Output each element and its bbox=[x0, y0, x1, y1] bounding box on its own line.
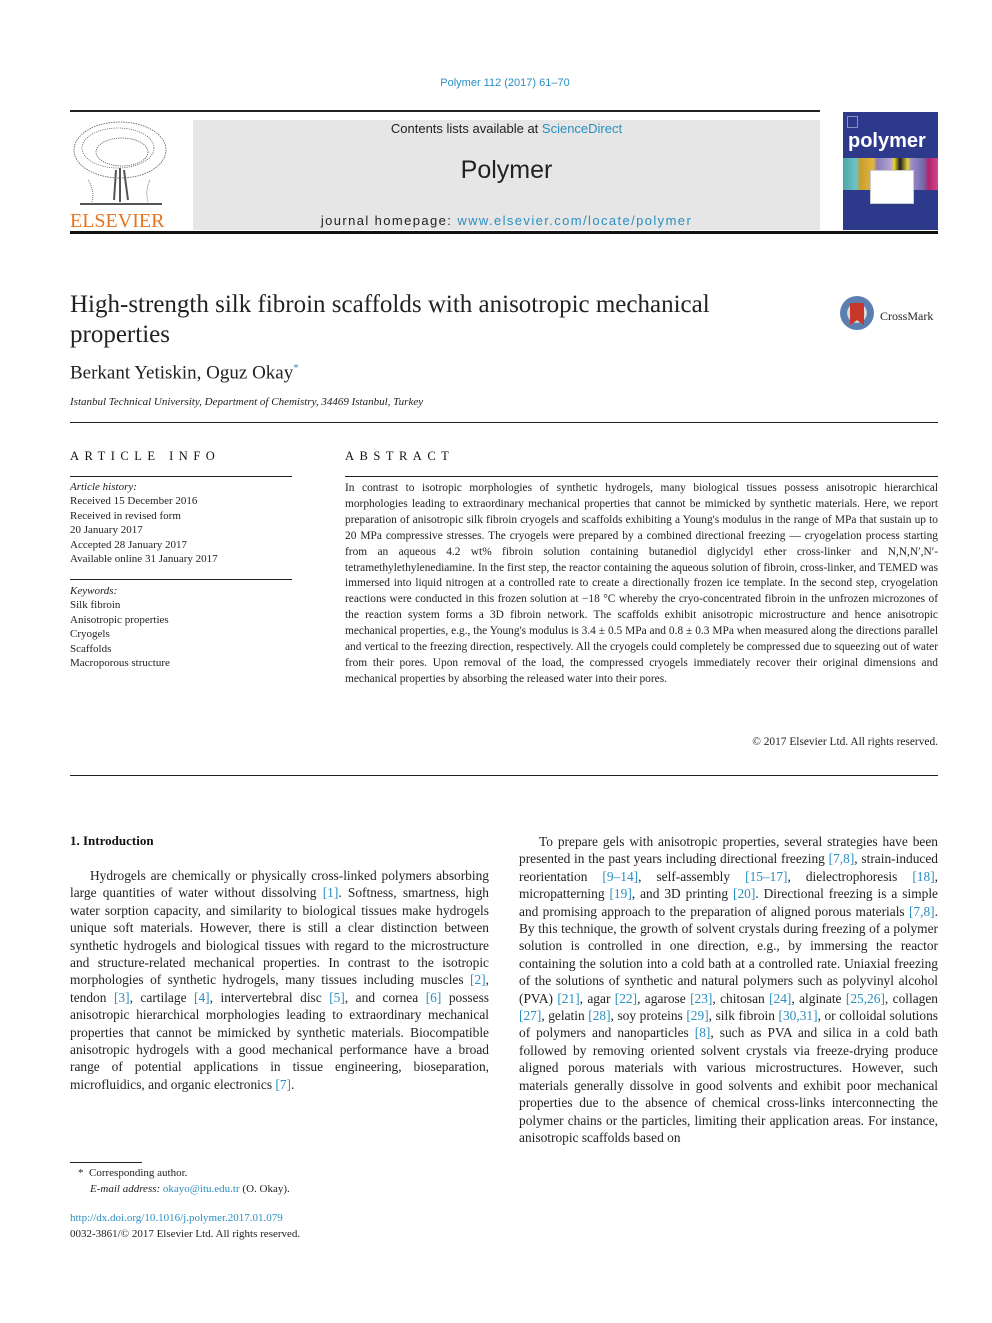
abstract-text: In contrast to isotropic morphologies of… bbox=[345, 482, 938, 685]
citation-link[interactable]: [20] bbox=[733, 886, 755, 901]
author-list: Berkant Yetiskin, Oguz Okay* bbox=[70, 362, 299, 384]
citation-link[interactable]: [27] bbox=[519, 1008, 541, 1023]
paragraph: To prepare gels with anisotropic propert… bbox=[519, 834, 939, 1145]
keyword: Macroporous structure bbox=[70, 657, 170, 670]
article-info-heading: ARTICLE INFO bbox=[70, 449, 221, 463]
citation-link[interactable]: [5] bbox=[329, 990, 345, 1005]
crossmark-label: CrossMark bbox=[880, 309, 934, 323]
doi-block: http://dx.doi.org/10.1016/j.polymer.2017… bbox=[70, 1211, 300, 1242]
authors: Berkant Yetiskin, Oguz Okay bbox=[70, 362, 294, 384]
citation-link[interactable]: [2] bbox=[470, 972, 486, 987]
affiliation: Istanbul Technical University, Departmen… bbox=[70, 396, 424, 408]
citation-link[interactable]: [21] bbox=[557, 991, 579, 1006]
footnote-marker: * bbox=[78, 1167, 84, 1179]
masthead-rule bbox=[70, 231, 938, 234]
header-rule bbox=[70, 110, 820, 112]
cover-title: polymer bbox=[848, 130, 926, 152]
history-item: Received in revised form bbox=[70, 509, 181, 522]
history-item: Received 15 December 2016 bbox=[70, 495, 198, 508]
citation-link[interactable]: [18] bbox=[912, 869, 934, 884]
footnote-rule bbox=[70, 1162, 142, 1163]
cover-publisher-icon bbox=[847, 116, 858, 128]
citation-link[interactable]: [22] bbox=[615, 991, 637, 1006]
keyword: Scaffolds bbox=[70, 642, 112, 655]
journal-cover-image[interactable]: polymer bbox=[843, 112, 938, 230]
article-history: Article history: Received 15 December 20… bbox=[70, 480, 218, 566]
body-column-right: To prepare gels with anisotropic propert… bbox=[519, 833, 938, 1146]
cover-graph-figure bbox=[870, 170, 914, 204]
journal-name: Polymer bbox=[460, 156, 553, 184]
citation-link[interactable]: [4] bbox=[194, 990, 210, 1005]
journal-citation-link[interactable]: Polymer 112 (2017) 61–70 bbox=[0, 77, 992, 89]
citation-link[interactable]: [3] bbox=[114, 990, 130, 1005]
doi-link[interactable]: http://dx.doi.org/10.1016/j.polymer.2017… bbox=[70, 1212, 283, 1224]
citation-link[interactable]: [9–14] bbox=[602, 869, 638, 884]
citation-link[interactable]: [7,8] bbox=[829, 851, 855, 866]
keyword: Anisotropic properties bbox=[70, 613, 169, 626]
keyword: Silk fibroin bbox=[70, 599, 121, 612]
elsevier-logo[interactable]: ELSEVIER bbox=[70, 120, 172, 232]
contents-availability: Contents lists available at ScienceDirec… bbox=[193, 121, 820, 136]
sciencedirect-link[interactable]: ScienceDirect bbox=[542, 121, 622, 136]
homepage-prefix: journal homepage: bbox=[320, 213, 458, 228]
keyword: Cryogels bbox=[70, 628, 110, 641]
citation-link[interactable]: [8] bbox=[695, 1025, 711, 1040]
divider bbox=[70, 476, 292, 477]
article-title: High-strength silk fibroin scaffolds wit… bbox=[70, 291, 710, 348]
body-column-left: Hydrogels are chemically or physically c… bbox=[70, 867, 489, 1093]
citation-link[interactable]: [23] bbox=[690, 991, 712, 1006]
elsevier-tree-icon bbox=[70, 120, 170, 210]
citation-link[interactable]: [7] bbox=[275, 1077, 291, 1092]
divider bbox=[70, 579, 292, 580]
corresponding-author-note: Corresponding author. bbox=[89, 1167, 188, 1179]
homepage-link[interactable]: www.elsevier.com/locate/polymer bbox=[457, 213, 692, 228]
email-link[interactable]: okayo@itu.edu.tr bbox=[163, 1183, 240, 1195]
citation-link[interactable]: [6] bbox=[426, 990, 442, 1005]
abstract-copyright: © 2017 Elsevier Ltd. All rights reserved… bbox=[752, 736, 938, 748]
email-suffix: (O. Okay). bbox=[239, 1182, 290, 1195]
citation-link[interactable]: [19] bbox=[609, 886, 631, 901]
history-item: Accepted 28 January 2017 bbox=[70, 538, 187, 551]
keywords: Keywords: Silk fibroin Anisotropic prope… bbox=[70, 584, 170, 670]
section-heading-introduction: 1. Introduction bbox=[70, 833, 154, 848]
citation-link[interactable]: [15–17] bbox=[745, 869, 787, 884]
issn-copyright: 0032-3861/© 2017 Elsevier Ltd. All right… bbox=[70, 1227, 301, 1240]
contents-prefix: Contents lists available at bbox=[390, 121, 542, 136]
citation-link[interactable]: [30,31] bbox=[779, 1008, 818, 1023]
history-item: Available online 31 January 2017 bbox=[70, 553, 218, 566]
abstract-heading: ABSTRACT bbox=[345, 449, 455, 463]
journal-masthead: Contents lists available at ScienceDirec… bbox=[193, 120, 820, 230]
elsevier-wordmark: ELSEVIER bbox=[70, 210, 165, 232]
footnote: * Corresponding author. E-mail address: … bbox=[78, 1166, 290, 1197]
citation-link[interactable]: [24] bbox=[769, 991, 791, 1006]
keywords-label: Keywords: bbox=[70, 585, 118, 597]
citation-link[interactable]: [1] bbox=[323, 885, 339, 900]
paragraph: Hydrogels are chemically or physically c… bbox=[70, 868, 490, 1092]
citation-link[interactable]: [7,8] bbox=[909, 904, 935, 919]
divider bbox=[345, 476, 938, 477]
citation-link[interactable]: [25,26] bbox=[846, 991, 885, 1006]
corresponding-author-marker[interactable]: * bbox=[293, 362, 299, 374]
history-label: Article history: bbox=[70, 481, 137, 493]
journal-homepage: journal homepage: www.elsevier.com/locat… bbox=[193, 213, 820, 228]
crossmark-button[interactable]: CrossMark bbox=[840, 296, 950, 336]
divider bbox=[70, 422, 938, 423]
divider bbox=[70, 775, 938, 776]
history-item: 20 January 2017 bbox=[70, 524, 143, 537]
citation-link[interactable]: [29] bbox=[686, 1008, 708, 1023]
citation-link[interactable]: [28] bbox=[588, 1008, 610, 1023]
email-label: E-mail address: bbox=[90, 1182, 161, 1195]
